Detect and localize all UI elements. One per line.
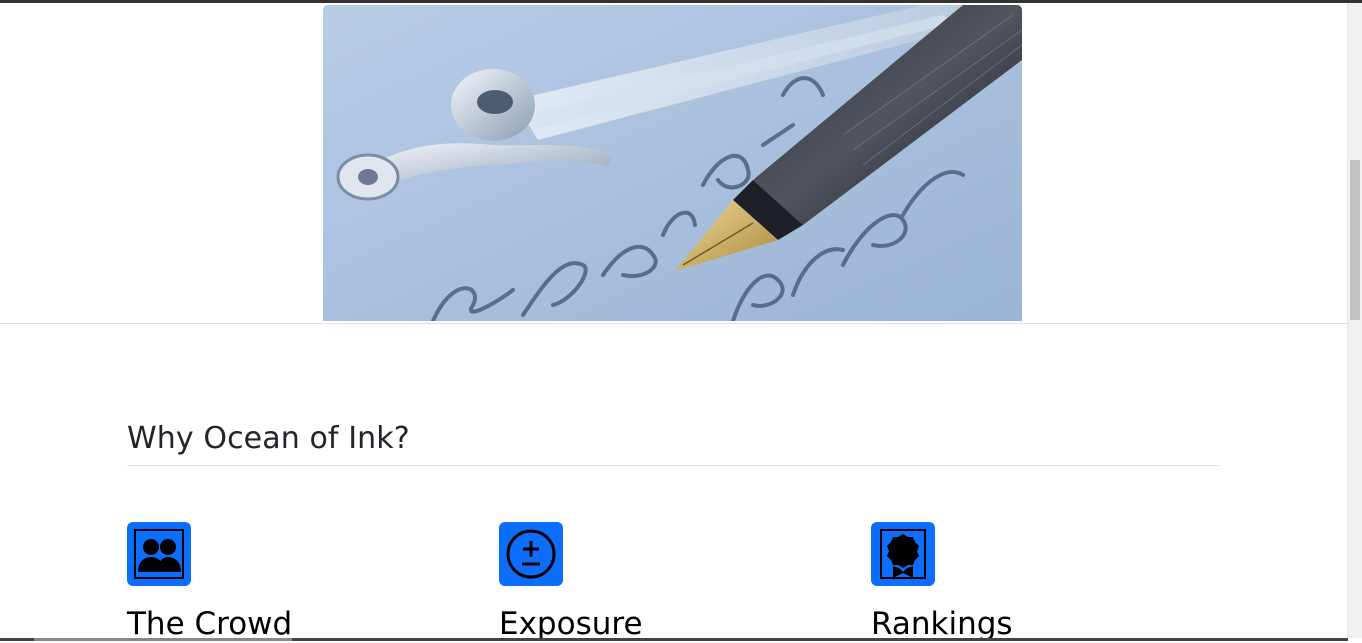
section-divider bbox=[127, 465, 1219, 466]
pen-and-sword-image bbox=[323, 5, 1022, 321]
scrollbar-thumb[interactable] bbox=[1350, 160, 1360, 320]
feature-the-crowd: The Crowd bbox=[127, 522, 457, 642]
section-title: Why Ocean of Ink? bbox=[127, 421, 410, 456]
feature-rankings: Rankings bbox=[871, 522, 1201, 642]
people-icon bbox=[127, 522, 191, 586]
plus-minus-circle-icon bbox=[499, 522, 563, 586]
feature-exposure: Exposure bbox=[499, 522, 829, 642]
vertical-scrollbar[interactable] bbox=[1347, 3, 1362, 638]
award-icon bbox=[871, 522, 935, 586]
hero-section bbox=[0, 3, 1348, 324]
